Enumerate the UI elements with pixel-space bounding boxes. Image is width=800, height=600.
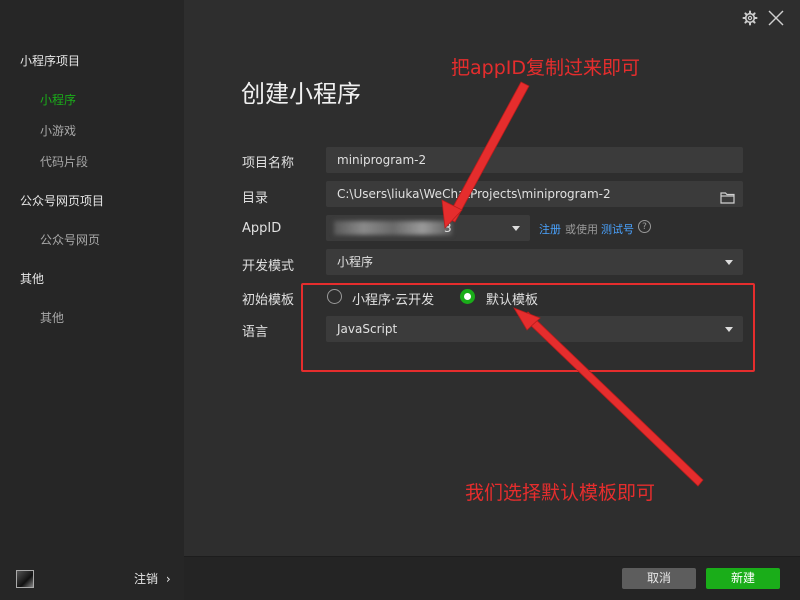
language-label: 语言	[242, 325, 269, 340]
logout-label: 注销	[134, 572, 159, 586]
chevron-down-icon	[725, 260, 733, 265]
chevron-right-icon: ›	[165, 572, 171, 586]
annotation-top-text: 把appID复制过来即可	[451, 57, 640, 79]
directory-value: C:\Users\liuka\WeChatProjects\miniprogra…	[337, 187, 611, 201]
sidebar-group-other: 其他	[20, 272, 45, 286]
create-button[interactable]: 新建	[706, 568, 780, 589]
sidebar-group-official-web: 公众号网页项目	[20, 194, 105, 208]
page-title: 创建小程序	[241, 80, 361, 108]
sidebar-group-miniprogram: 小程序项目	[20, 54, 81, 68]
sidebar-item-code-snippet[interactable]: 代码片段	[40, 153, 88, 170]
directory-label: 目录	[242, 191, 269, 206]
appid-label: AppID	[242, 221, 282, 236]
project-name-value: miniprogram-2	[337, 153, 427, 167]
sidebar-item-other[interactable]: 其他	[40, 309, 64, 326]
directory-input[interactable]: C:\Users\liuka\WeChatProjects\miniprogra…	[326, 181, 743, 207]
folder-icon[interactable]	[720, 187, 735, 213]
sidebar-item-official-web[interactable]: 公众号网页	[40, 231, 100, 248]
sidebar: 小程序项目 小程序 小游戏 代码片段 公众号网页项目 公众号网页 其他 其他 注…	[0, 0, 184, 600]
gear-icon[interactable]	[742, 10, 758, 30]
dev-mode-label: 开发模式	[242, 259, 295, 274]
register-link[interactable]: 注册	[539, 221, 561, 237]
template-label: 初始模板	[242, 293, 295, 308]
appid-select[interactable]: 3	[326, 215, 530, 241]
appid-value-tail: 3	[444, 221, 452, 235]
appid-blurred-value	[334, 221, 452, 235]
test-account-link[interactable]: 测试号	[601, 221, 634, 237]
dev-mode-value: 小程序	[337, 255, 374, 269]
annotation-bottom-text: 我们选择默认模板即可	[465, 482, 656, 504]
chevron-down-icon	[512, 226, 520, 231]
project-name-input[interactable]: miniprogram-2	[326, 147, 743, 173]
help-icon[interactable]: ?	[638, 220, 651, 233]
project-name-label: 项目名称	[242, 156, 295, 171]
sidebar-item-minigame[interactable]: 小游戏	[40, 122, 76, 139]
logout-button[interactable]: 注销 ›	[134, 570, 171, 587]
annotation-box	[301, 283, 755, 372]
or-use-text: 或使用	[565, 223, 598, 236]
cancel-button[interactable]: 取消	[622, 568, 696, 589]
avatar[interactable]	[16, 570, 34, 588]
close-icon[interactable]	[768, 10, 784, 30]
sidebar-item-miniprogram[interactable]: 小程序	[40, 91, 76, 108]
dev-mode-select[interactable]: 小程序	[326, 249, 743, 275]
